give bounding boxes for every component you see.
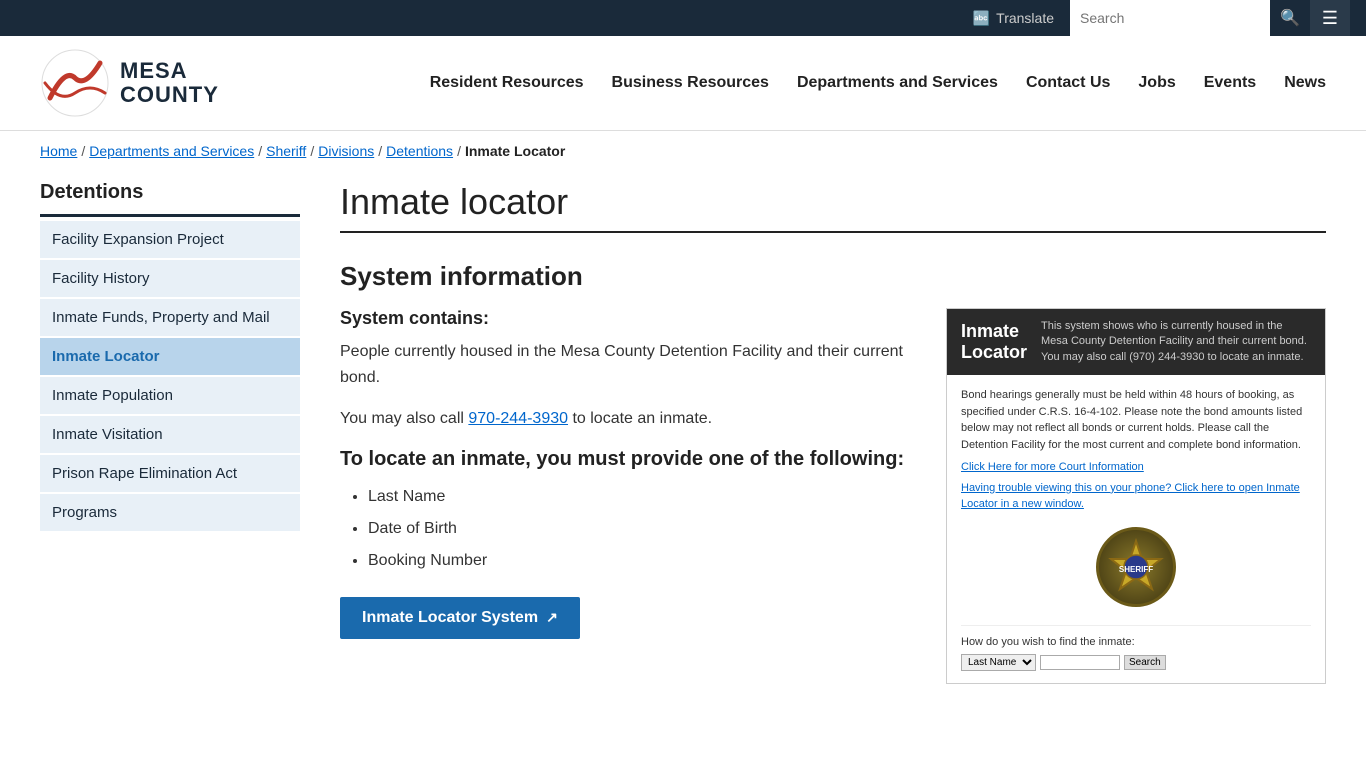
sidebar-item-inmate-visitation: Inmate Visitation (40, 416, 300, 453)
breadcrumb-sep-4: / (378, 143, 382, 159)
breadcrumb: Home / Departments and Services / Sherif… (0, 131, 1366, 171)
phone-link[interactable]: 970-244-3930 (468, 410, 568, 427)
preview-panel: Inmate Locator This system shows who is … (946, 308, 1326, 684)
breadcrumb-sep-5: / (457, 143, 461, 159)
site-header: MESA COUNTY Resident Resources Business … (0, 36, 1366, 131)
sidebar-link-inmate-funds[interactable]: Inmate Funds, Property and Mail (40, 299, 300, 336)
nav-jobs[interactable]: Jobs (1138, 74, 1175, 92)
sidebar-link-inmate-population[interactable]: Inmate Population (40, 377, 300, 414)
breadcrumb-detentions[interactable]: Detentions (386, 143, 453, 159)
search-bar: 🔍 (1070, 0, 1310, 36)
system-contains-label: System contains: (340, 308, 916, 329)
sidebar-link-inmate-locator[interactable]: Inmate Locator (40, 338, 300, 375)
sidebar-link-facility-history[interactable]: Facility History (40, 260, 300, 297)
sidebar-item-inmate-funds: Inmate Funds, Property and Mail (40, 299, 300, 336)
nav-contact-us[interactable]: Contact Us (1026, 74, 1110, 92)
nav-events[interactable]: Events (1204, 74, 1256, 92)
nav-departments-services[interactable]: Departments and Services (797, 74, 998, 92)
logo-text: MESA COUNTY (120, 59, 219, 107)
breadcrumb-departments[interactable]: Departments and Services (89, 143, 254, 159)
sheriff-badge: SHERIFF (1096, 527, 1176, 607)
body-text-1: People currently housed in the Mesa Coun… (340, 339, 916, 390)
preview-header: Inmate Locator This system shows who is … (947, 309, 1325, 375)
preview-body-text: Bond hearings generally must be held wit… (961, 387, 1311, 453)
preview-search-controls: Last Name Search (961, 654, 1311, 671)
sidebar-nav: Facility Expansion Project Facility Hist… (40, 221, 300, 531)
preview-search-label: How do you wish to find the inmate: (961, 636, 1135, 648)
content-left: System contains: People currently housed… (340, 308, 916, 639)
sidebar-item-facility-expansion: Facility Expansion Project (40, 221, 300, 258)
page-title: Inmate locator (340, 181, 1326, 223)
bullet-booking: Booking Number (368, 545, 916, 577)
body-text-2: You may also call 970-244-3930 to locate… (340, 406, 916, 432)
sidebar-item-programs: Programs (40, 494, 300, 531)
title-divider (340, 231, 1326, 233)
external-link-icon: ↗ (546, 609, 558, 626)
sidebar-item-prea: Prison Rape Elimination Act (40, 455, 300, 492)
site-logo[interactable]: MESA COUNTY (40, 48, 219, 118)
sidebar-title: Detentions (40, 171, 300, 217)
body-text-2-prefix: You may also call (340, 410, 468, 427)
body-text-2-suffix: to locate an inmate. (568, 410, 712, 427)
sidebar-item-inmate-locator: Inmate Locator (40, 338, 300, 375)
preview-search-select[interactable]: Last Name (961, 654, 1036, 671)
translate-button[interactable]: 🔤 Translate (957, 10, 1070, 27)
translate-label: Translate (996, 10, 1054, 26)
bullet-last-name: Last Name (368, 481, 916, 513)
bullet-list: Last Name Date of Birth Booking Number (340, 481, 916, 577)
sheriff-star: SHERIFF (1106, 537, 1166, 597)
preview-search-button[interactable]: Search (1124, 655, 1166, 670)
main-content: Inmate locator System information System… (340, 171, 1326, 684)
svg-text:SHERIFF: SHERIFF (1119, 565, 1153, 574)
preview-search-row: How do you wish to find the inmate: Last… (961, 625, 1311, 672)
mobile-menu-button[interactable]: ☰ (1310, 0, 1350, 36)
preview-body: Bond hearings generally must be held wit… (947, 375, 1325, 683)
bullet-dob: Date of Birth (368, 513, 916, 545)
breadcrumb-sep-1: / (81, 143, 85, 159)
sidebar-link-programs[interactable]: Programs (40, 494, 300, 531)
translate-icon: 🔤 (973, 10, 990, 27)
preview-court-link[interactable]: Click Here for more Court Information (961, 459, 1311, 476)
search-input[interactable] (1070, 0, 1270, 36)
preview-badge: SHERIFF (961, 517, 1311, 617)
main-nav: Resident Resources Business Resources De… (259, 74, 1326, 92)
nav-resident-resources[interactable]: Resident Resources (430, 74, 584, 92)
page-layout: Detentions Facility Expansion Project Fa… (0, 171, 1366, 724)
sidebar-link-prea[interactable]: Prison Rape Elimination Act (40, 455, 300, 492)
preview-header-title: Inmate Locator (961, 321, 1027, 363)
sidebar: Detentions Facility Expansion Project Fa… (40, 171, 300, 684)
sidebar-item-facility-history: Facility History (40, 260, 300, 297)
preview-header-text: This system shows who is currently house… (1041, 319, 1311, 365)
cta-button[interactable]: Inmate Locator System ↗ (340, 597, 580, 639)
logo-icon (40, 48, 110, 118)
preview-search-input[interactable] (1040, 655, 1120, 670)
locate-title: To locate an inmate, you must provide on… (340, 448, 916, 471)
breadcrumb-divisions[interactable]: Divisions (318, 143, 374, 159)
preview-frame: Inmate Locator This system shows who is … (946, 308, 1326, 684)
breadcrumb-sheriff[interactable]: Sheriff (266, 143, 306, 159)
preview-phone-link[interactable]: Having trouble viewing this on your phon… (961, 480, 1311, 513)
search-submit-button[interactable]: 🔍 (1270, 0, 1310, 36)
sidebar-item-inmate-population: Inmate Population (40, 377, 300, 414)
cta-button-label: Inmate Locator System (362, 609, 538, 627)
breadcrumb-sep-3: / (310, 143, 314, 159)
breadcrumb-current: Inmate Locator (465, 143, 565, 159)
top-bar: 🔤 Translate 🔍 ☰ (0, 0, 1366, 36)
sidebar-link-inmate-visitation[interactable]: Inmate Visitation (40, 416, 300, 453)
sidebar-link-facility-expansion[interactable]: Facility Expansion Project (40, 221, 300, 258)
nav-business-resources[interactable]: Business Resources (612, 74, 769, 92)
nav-news[interactable]: News (1284, 74, 1326, 92)
content-and-preview: System contains: People currently housed… (340, 308, 1326, 684)
section-title: System information (340, 261, 1326, 292)
breadcrumb-home[interactable]: Home (40, 143, 77, 159)
breadcrumb-sep-2: / (258, 143, 262, 159)
